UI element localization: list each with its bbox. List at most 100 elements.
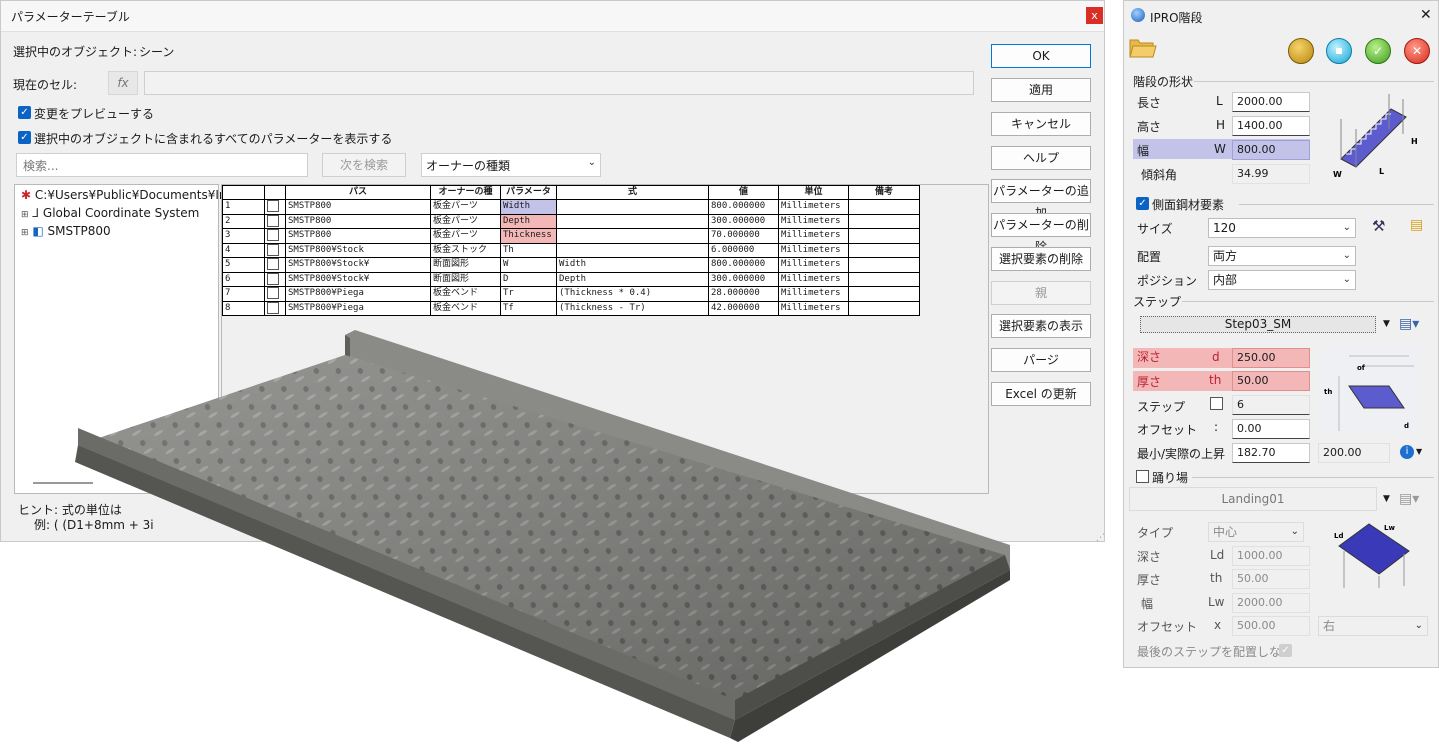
row-expr[interactable]: (Thickness - Tr) bbox=[556, 300, 709, 316]
step-dropdown-icon[interactable]: ▼ bbox=[1383, 319, 1390, 329]
tree-item-root[interactable]: ✱ C:¥Users¥Public¥Documents¥Iron bbox=[21, 186, 239, 204]
position-select[interactable]: 内部 ⌄ bbox=[1208, 270, 1356, 290]
row-path[interactable]: SMSTP800 bbox=[285, 199, 431, 215]
row-value[interactable]: 300.000000 bbox=[708, 271, 779, 287]
step-template-select[interactable]: Step03_SM bbox=[1140, 316, 1376, 333]
row-expr[interactable]: Depth bbox=[556, 271, 709, 287]
find-next-button[interactable]: 次を検索 bbox=[322, 153, 406, 177]
landing-template-select[interactable]: Landing01 bbox=[1129, 487, 1377, 511]
row-param[interactable]: Width bbox=[500, 199, 557, 215]
row-checkbox[interactable] bbox=[264, 228, 286, 244]
row-path[interactable]: SMSTP800¥Stock¥ bbox=[285, 257, 431, 273]
row-owner[interactable]: 板金ベンド bbox=[430, 300, 501, 316]
landing-offset-input[interactable]: 500.00 bbox=[1232, 616, 1310, 636]
close-icon[interactable]: x bbox=[1086, 7, 1103, 24]
header-value[interactable]: 値 bbox=[708, 185, 779, 200]
row-note[interactable] bbox=[848, 242, 920, 258]
row-unit[interactable]: Millimeters bbox=[778, 271, 849, 287]
row-param[interactable]: Th bbox=[500, 242, 557, 258]
landing-dropdown-icon[interactable]: ▼ bbox=[1383, 494, 1390, 504]
table-row[interactable]: 3 SMSTP800 板金パーツ Thickness 70.000000 Mil… bbox=[222, 228, 920, 244]
row-checkbox[interactable] bbox=[264, 213, 286, 229]
row-owner[interactable]: 板金ベンド bbox=[430, 286, 501, 302]
row-checkbox[interactable] bbox=[264, 257, 286, 273]
header-param[interactable]: パラメータ bbox=[500, 185, 557, 200]
row-unit[interactable]: Millimeters bbox=[778, 199, 849, 215]
row-checkbox[interactable] bbox=[264, 199, 286, 215]
help-button[interactable]: ヘルプ bbox=[991, 146, 1091, 170]
header-note[interactable]: 備考 bbox=[848, 185, 920, 200]
landing-depth-input[interactable]: 1000.00 bbox=[1232, 546, 1310, 566]
row-expr[interactable]: Width bbox=[556, 257, 709, 273]
row-param[interactable]: Tf bbox=[500, 300, 557, 316]
row-expr[interactable] bbox=[556, 242, 709, 258]
row-unit[interactable]: Millimeters bbox=[778, 228, 849, 244]
table-row[interactable]: 8 SMSTP800¥Piega 板金ベンド Tf (Thickness - T… bbox=[222, 300, 920, 316]
header-index[interactable] bbox=[222, 185, 265, 200]
row-note[interactable] bbox=[848, 286, 920, 302]
add-parameter-button[interactable]: パラメーターの追加 bbox=[991, 179, 1091, 220]
row-path[interactable]: SMSTP800¥Piega bbox=[285, 300, 431, 316]
chevron-down-icon[interactable]: ▼ bbox=[1416, 447, 1422, 456]
rise-min-input[interactable]: 182.70 bbox=[1232, 443, 1310, 463]
landing-thickness-input[interactable]: 50.00 bbox=[1232, 569, 1310, 589]
row-note[interactable] bbox=[848, 271, 920, 287]
row-path[interactable]: SMSTP800¥Stock bbox=[285, 242, 431, 258]
search-input[interactable]: 検索... bbox=[16, 153, 308, 177]
offset-input[interactable]: 0.00 bbox=[1232, 419, 1310, 439]
formula-input[interactable] bbox=[144, 71, 974, 95]
tools-icon[interactable]: ⚒ bbox=[1372, 217, 1385, 235]
landing-side-select[interactable]: 右 ⌄ bbox=[1318, 616, 1428, 636]
row-note[interactable] bbox=[848, 257, 920, 273]
length-input[interactable]: 2000.00 bbox=[1232, 92, 1310, 112]
header-check[interactable] bbox=[264, 185, 286, 200]
confirm-icon[interactable]: ✓ bbox=[1365, 38, 1391, 64]
row-owner[interactable]: 板金パーツ bbox=[430, 228, 501, 244]
row-owner[interactable]: 断面図形 bbox=[430, 257, 501, 273]
row-path[interactable]: SMSTP800¥Piega bbox=[285, 286, 431, 302]
height-input[interactable]: 1400.00 bbox=[1232, 116, 1310, 136]
row-owner[interactable]: 板金ストック bbox=[430, 242, 501, 258]
steps-checkbox[interactable] bbox=[1210, 397, 1223, 410]
fx-icon[interactable]: fx bbox=[108, 71, 138, 95]
compass-icon[interactable] bbox=[1288, 38, 1314, 64]
row-owner[interactable]: 板金パーツ bbox=[430, 199, 501, 215]
table-row[interactable]: 2 SMSTP800 板金パーツ Depth 300.000000 Millim… bbox=[222, 213, 920, 229]
row-checkbox[interactable] bbox=[264, 271, 286, 287]
steps-input[interactable]: 6 bbox=[1232, 395, 1310, 415]
row-unit[interactable]: Millimeters bbox=[778, 242, 849, 258]
show-all-checkbox[interactable]: ✓ bbox=[18, 131, 31, 144]
open-folder-icon[interactable] bbox=[1129, 35, 1157, 59]
row-expr[interactable]: (Thickness * 0.4) bbox=[556, 286, 709, 302]
side-steel-checkbox[interactable]: ✓ bbox=[1136, 197, 1149, 210]
row-owner[interactable]: 断面図形 bbox=[430, 271, 501, 287]
cancel-icon[interactable]: ✕ bbox=[1404, 38, 1430, 64]
last-step-checkbox[interactable]: ✓ bbox=[1279, 644, 1292, 657]
row-param[interactable]: W bbox=[500, 257, 557, 273]
size-select[interactable]: 120 ⌄ bbox=[1208, 218, 1356, 238]
ok-button[interactable]: OK bbox=[991, 44, 1091, 68]
tree-item-global-coordinate[interactable]: ⊞ ⅃ Global Coordinate System bbox=[21, 204, 199, 222]
row-expr[interactable] bbox=[556, 213, 709, 229]
row-param[interactable]: Depth bbox=[500, 213, 557, 229]
stop-icon[interactable] bbox=[1326, 38, 1352, 64]
cancel-button[interactable]: キャンセル bbox=[991, 112, 1091, 136]
row-unit[interactable]: Millimeters bbox=[778, 213, 849, 229]
header-unit[interactable]: 単位 bbox=[778, 185, 849, 200]
apply-button[interactable]: 適用 bbox=[991, 78, 1091, 102]
row-note[interactable] bbox=[848, 300, 920, 316]
header-owner[interactable]: オーナーの種 bbox=[430, 185, 501, 200]
row-path[interactable]: SMSTP800 bbox=[285, 213, 431, 229]
info-icon[interactable]: i bbox=[1400, 445, 1414, 459]
row-expr[interactable] bbox=[556, 199, 709, 215]
table-row[interactable]: 5 SMSTP800¥Stock¥ 断面図形 W Width 800.00000… bbox=[222, 257, 920, 273]
depth-input[interactable]: 250.00 bbox=[1232, 348, 1310, 368]
row-unit[interactable]: Millimeters bbox=[778, 300, 849, 316]
row-param[interactable]: Thickness bbox=[500, 228, 557, 244]
close-icon[interactable]: ✕ bbox=[1420, 7, 1432, 23]
landing-width-input[interactable]: 2000.00 bbox=[1232, 593, 1310, 613]
width-input[interactable]: 800.00 bbox=[1232, 140, 1310, 160]
row-value[interactable]: 42.000000 bbox=[708, 300, 779, 316]
header-expr[interactable]: 式 bbox=[556, 185, 709, 200]
row-param[interactable]: D bbox=[500, 271, 557, 287]
